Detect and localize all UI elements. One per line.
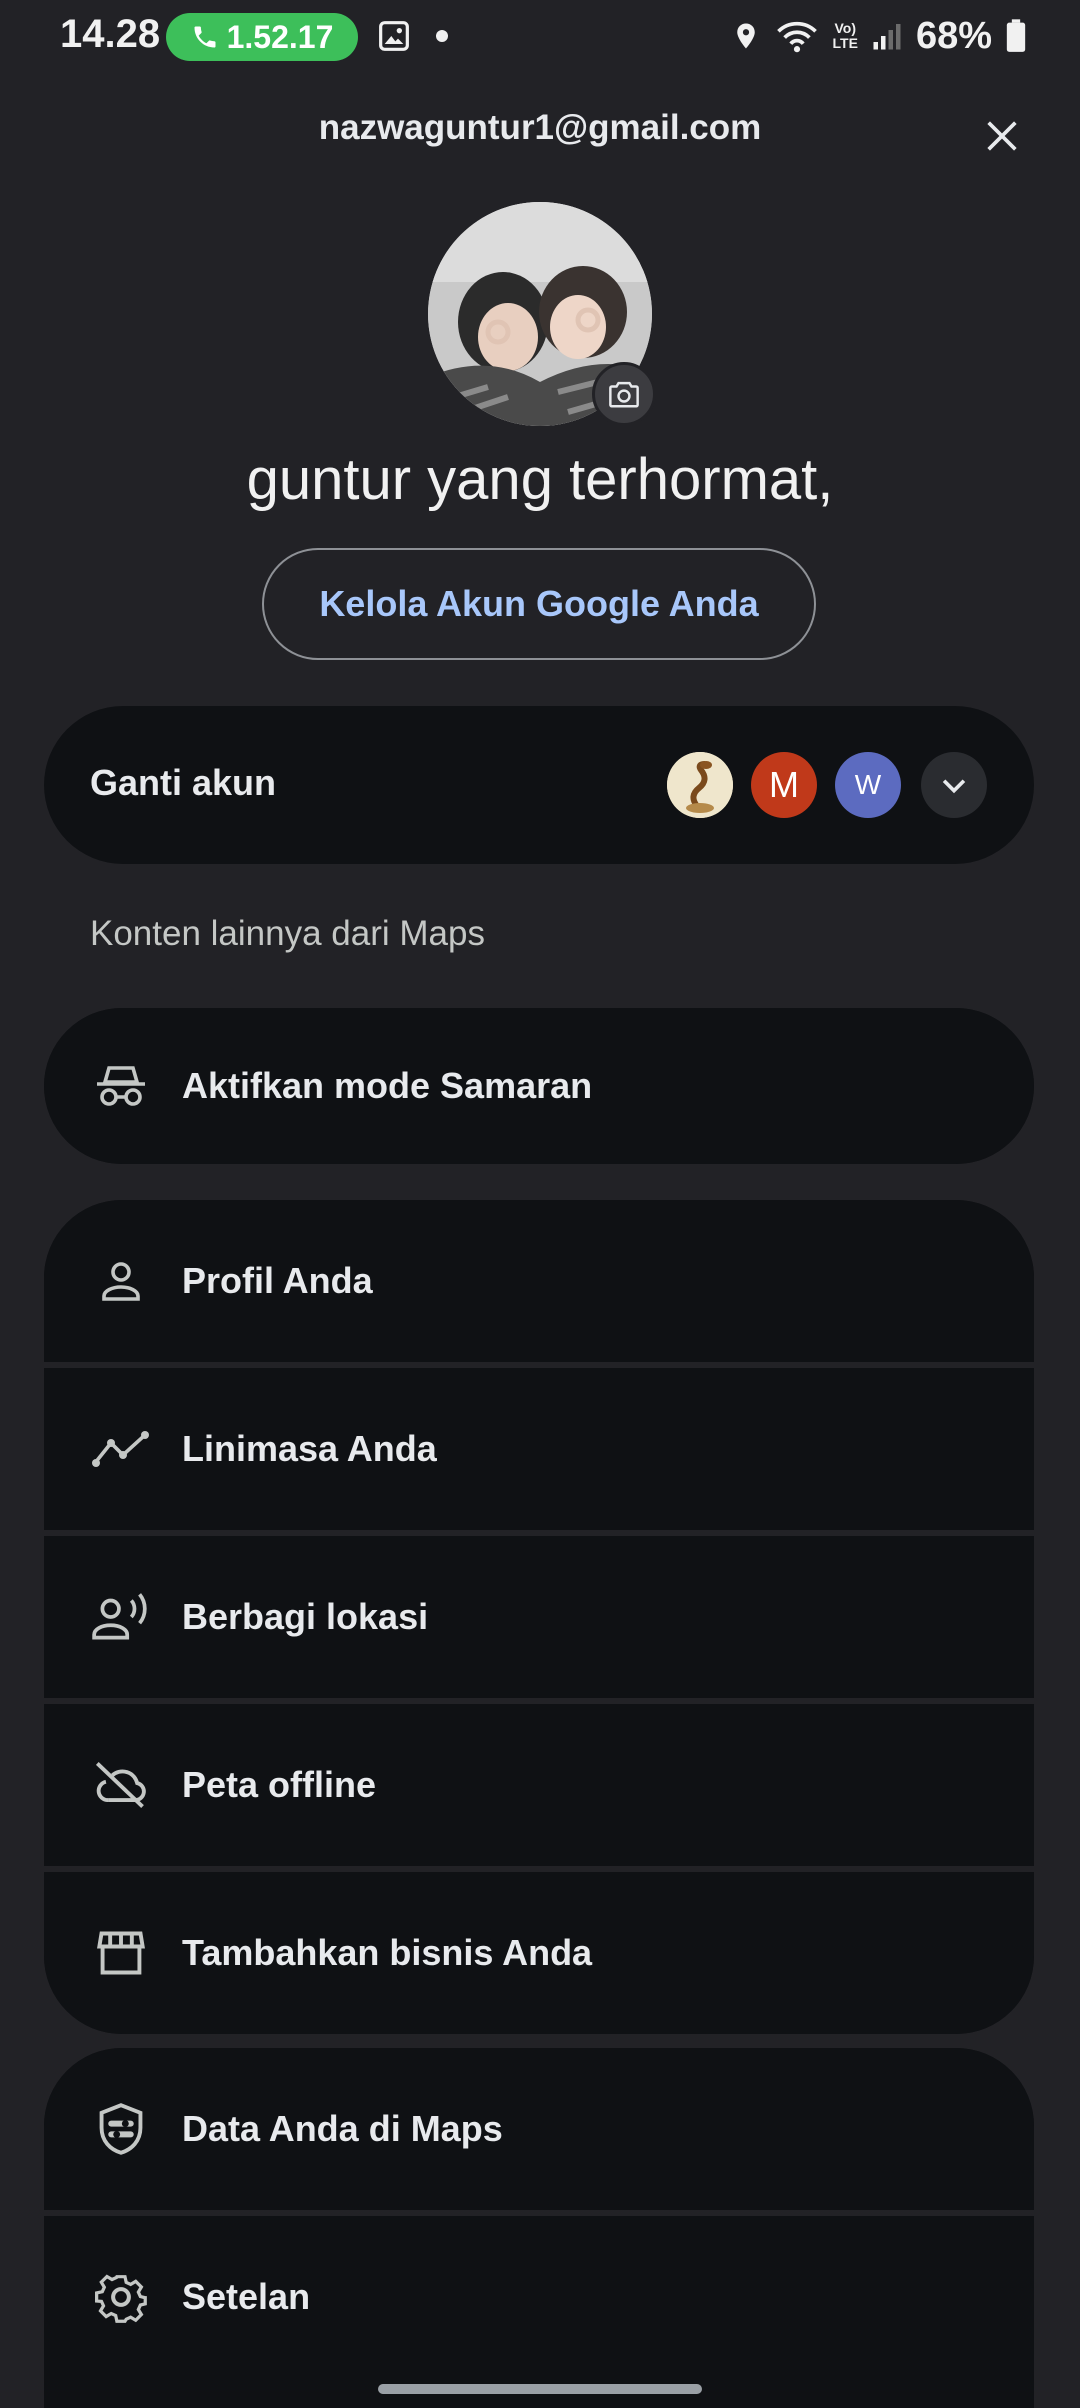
switch-account-card[interactable]: Ganti akun M W	[44, 706, 1034, 864]
volte-label: Vo)	[834, 20, 856, 36]
menu-item-add-business[interactable]: Tambahkan bisnis Anda	[44, 1866, 1034, 2034]
store-icon	[90, 1922, 152, 1984]
menu-item-your-data[interactable]: Data Anda di Maps	[44, 2048, 1034, 2210]
switch-account-label: Ganti akun	[90, 762, 277, 803]
menu-item-label: Setelan	[182, 2276, 311, 2317]
section-heading: Konten lainnya dari Maps	[90, 914, 485, 953]
account-email: nazwaguntur1@gmail.com	[318, 108, 762, 147]
menu-item-timeline[interactable]: Linimasa Anda	[44, 1362, 1034, 1530]
notification-dot-icon	[436, 30, 448, 42]
manage-google-account-button[interactable]: Kelola Akun Google Anda	[262, 548, 816, 660]
gear-icon	[90, 2266, 152, 2328]
home-indicator[interactable]	[378, 2384, 702, 2394]
menu-item-label: Berbagi lokasi	[182, 1596, 429, 1637]
account-avatar-2[interactable]: M	[751, 752, 817, 818]
location-sharing-icon	[90, 1586, 152, 1648]
wifi-icon	[775, 19, 819, 53]
close-icon	[987, 121, 1017, 151]
menu-item-settings[interactable]: Setelan	[44, 2210, 1034, 2378]
menu-item-label: Tambahkan bisnis Anda	[182, 1932, 593, 1973]
gallery-icon	[378, 20, 410, 52]
incognito-icon	[90, 1055, 152, 1117]
maps-menu-card: Profil Anda Linimasa Anda Berbagi lokasi…	[44, 1200, 1034, 2034]
status-time: 14.28	[60, 12, 161, 56]
menu-item-location-sharing[interactable]: Berbagi lokasi	[44, 1530, 1034, 1698]
incognito-card: Aktifkan mode Samaran	[44, 1008, 1034, 1164]
change-photo-button[interactable]	[592, 362, 656, 426]
volte-indicator: Vo) LTE	[833, 21, 858, 51]
menu-item-profile[interactable]: Profil Anda	[44, 1200, 1034, 1362]
settings-menu-card: Data Anda di Maps Setelan	[44, 2048, 1034, 2408]
battery-percentage: 68%	[915, 14, 992, 57]
cloud-off-icon	[90, 1754, 152, 1816]
menu-item-label: Data Anda di Maps	[182, 2108, 503, 2149]
menu-item-label: Profil Anda	[182, 1260, 373, 1301]
battery-icon	[1006, 19, 1026, 53]
menu-item-label: Aktifkan mode Samaran	[182, 1065, 593, 1106]
expand-accounts-button[interactable]	[921, 752, 987, 818]
ongoing-call-pill[interactable]: 1.52.17	[166, 13, 358, 61]
chevron-down-icon	[942, 779, 966, 794]
phone-icon	[191, 23, 219, 51]
menu-item-incognito[interactable]: Aktifkan mode Samaran	[44, 1008, 1034, 1164]
account-avatar-3[interactable]: W	[835, 752, 901, 818]
account-avatar-1[interactable]	[667, 752, 733, 818]
camera-icon	[609, 381, 639, 408]
close-button[interactable]	[972, 106, 1032, 166]
menu-item-label: Peta offline	[182, 1764, 377, 1805]
call-duration: 1.52.17	[226, 18, 334, 55]
status-bar: 14.28 1.52.17 Vo) LTE 68%	[0, 0, 1080, 72]
location-icon	[731, 19, 761, 53]
shield-icon	[90, 2098, 152, 2160]
person-icon	[90, 1250, 152, 1312]
menu-item-label: Linimasa Anda	[182, 1428, 437, 1469]
menu-item-offline-maps[interactable]: Peta offline	[44, 1698, 1034, 1866]
lte-label: LTE	[832, 35, 858, 51]
greeting-title: guntur yang terhormat,	[246, 447, 834, 512]
signal-icon	[872, 21, 902, 51]
timeline-icon	[90, 1418, 152, 1480]
